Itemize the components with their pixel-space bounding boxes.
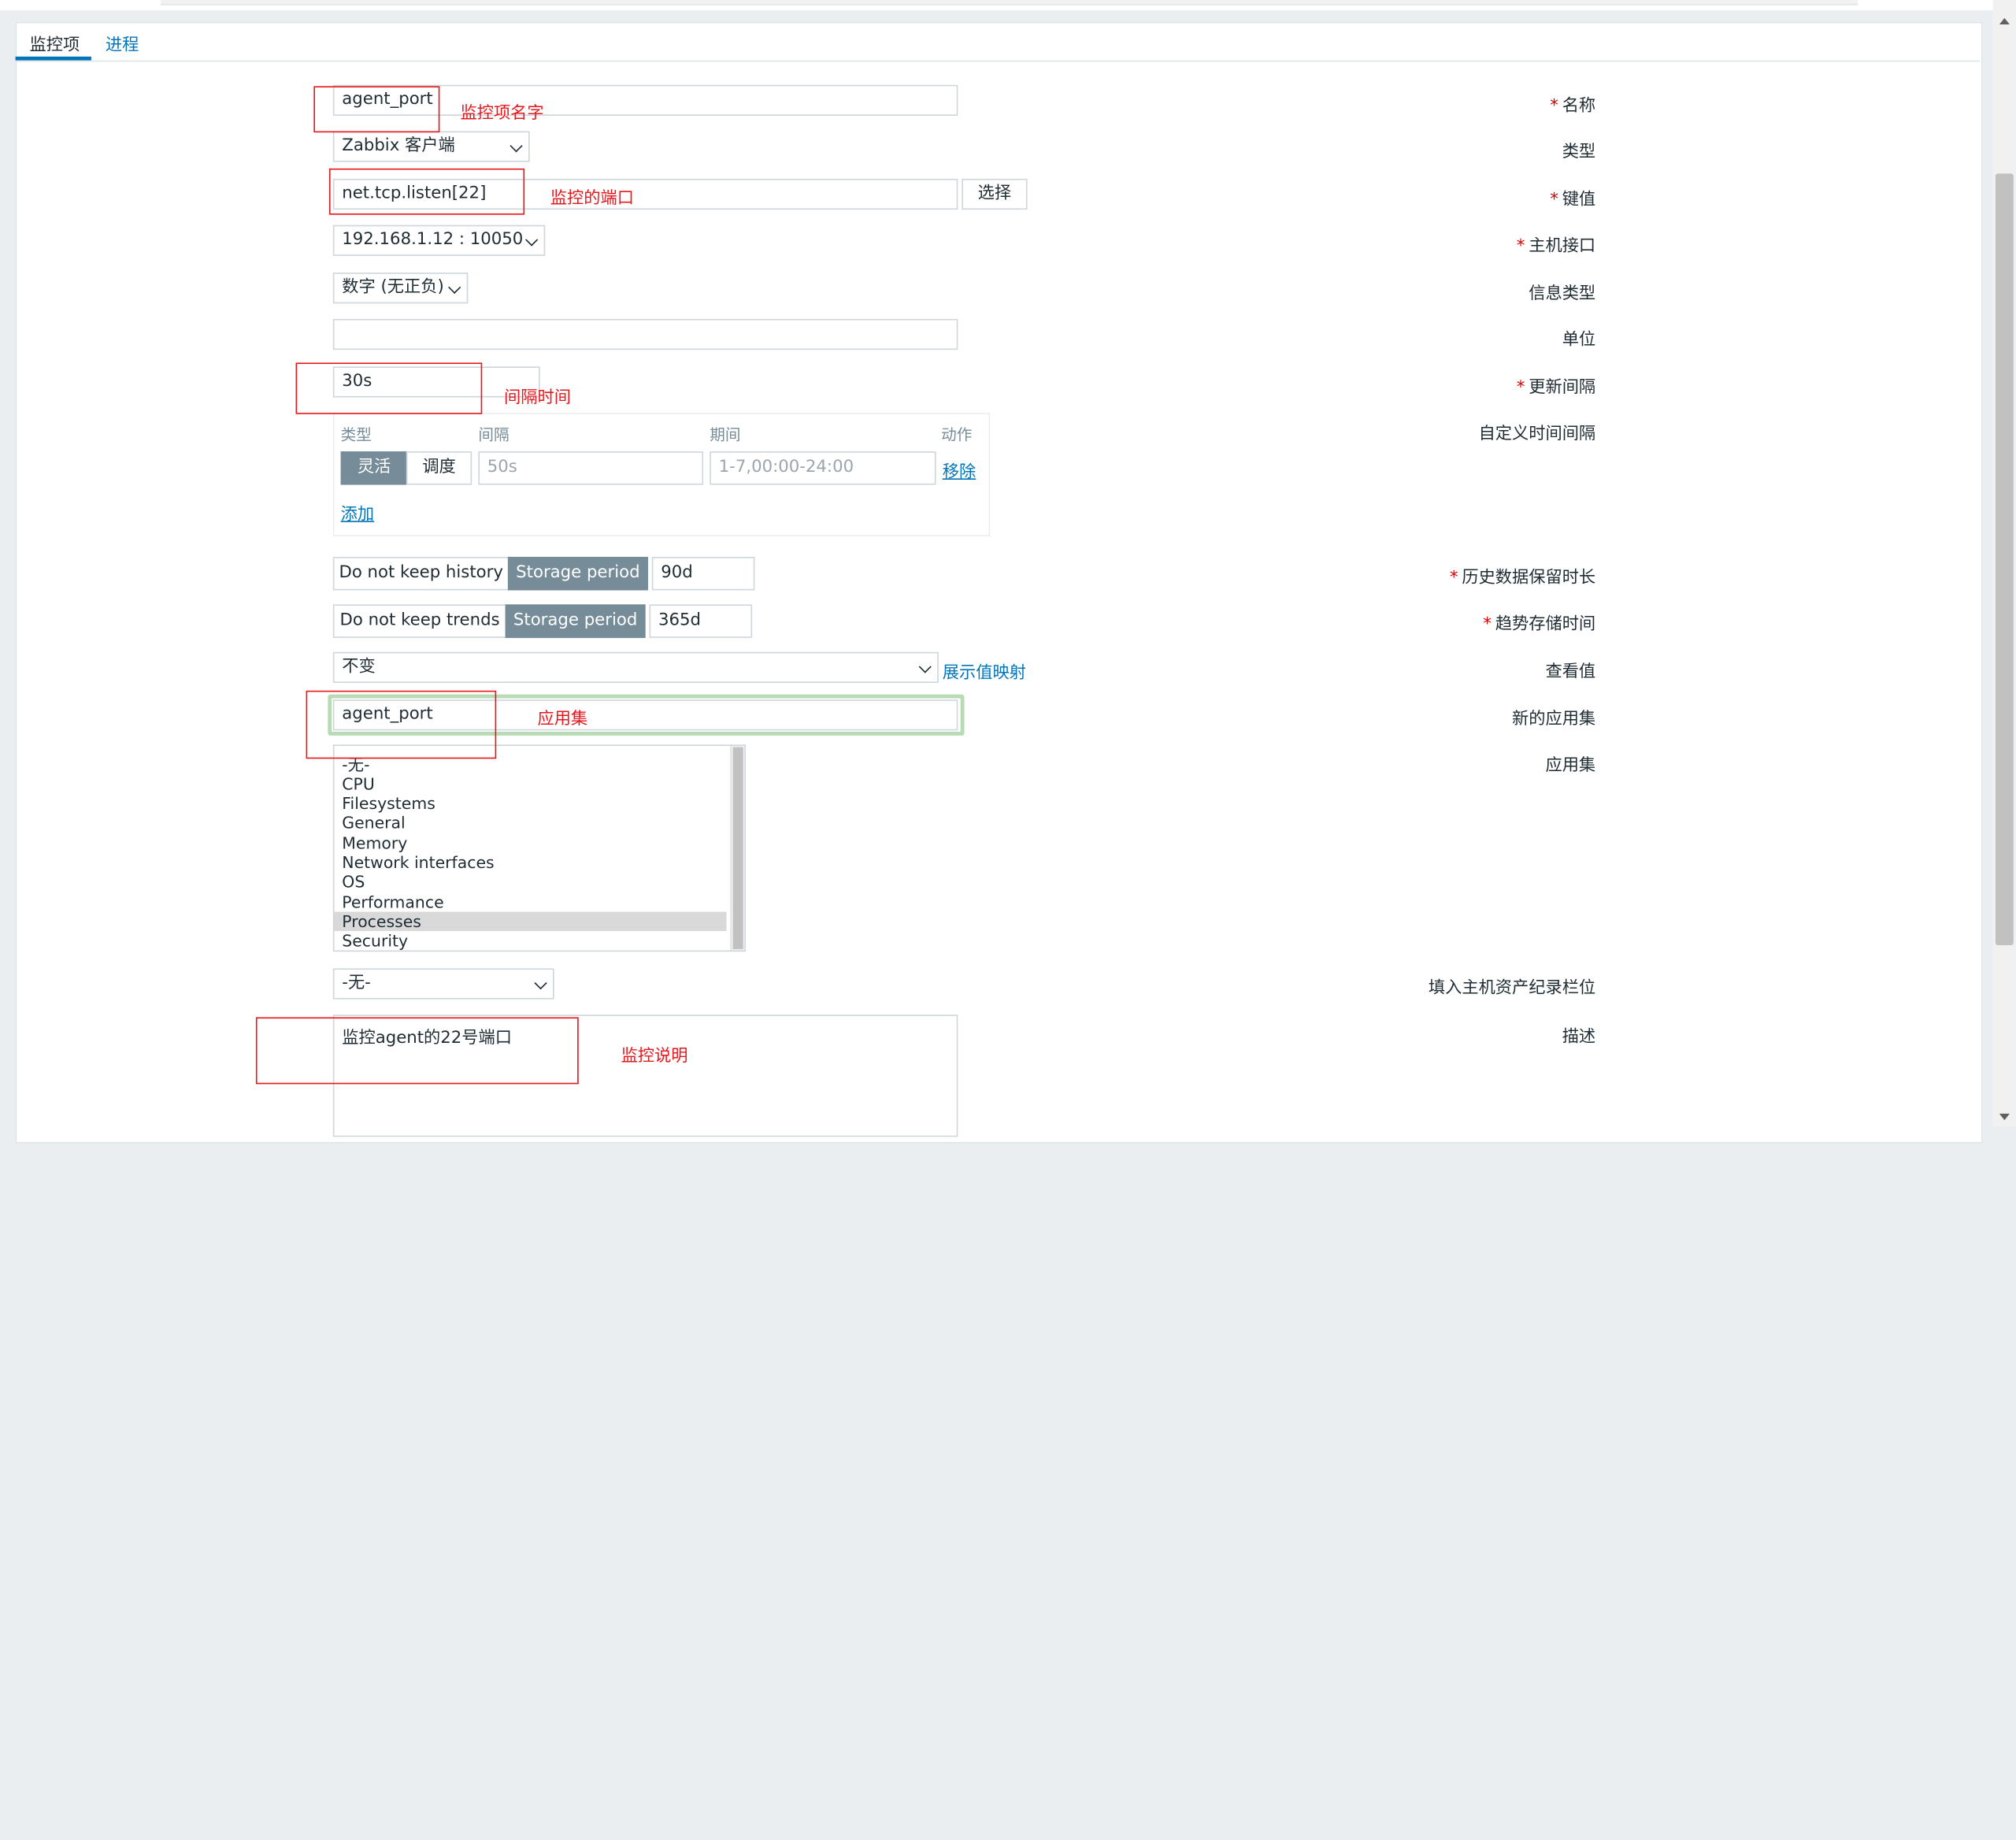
key-select-button[interactable]: 选择 xyxy=(962,178,1028,210)
annotation-description: 监控说明 xyxy=(621,1047,688,1067)
trends-label: * 趋势存储时间 xyxy=(1483,614,1596,634)
name-label: * 名称 xyxy=(1550,96,1596,116)
annotation-application: 应用集 xyxy=(537,710,588,729)
col-type-header: 类型 xyxy=(340,425,372,444)
top-bar xyxy=(0,0,2016,11)
type-scheduling-button[interactable]: 调度 xyxy=(406,451,472,485)
col-period-header: 期间 xyxy=(710,425,741,444)
update-interval-label: * 更新间隔 xyxy=(1516,378,1596,398)
trends-period-input[interactable]: 365d xyxy=(649,604,753,638)
trends-no-keep-button[interactable]: Do not keep trends xyxy=(332,604,507,638)
history-label: * 历史数据保留时长 xyxy=(1449,568,1596,588)
col-interval-header: 间隔 xyxy=(478,425,510,444)
interval-input[interactable]: 50s xyxy=(478,451,704,485)
tab-processes[interactable]: 进程 xyxy=(106,31,139,55)
interface-label: * 主机接口 xyxy=(1516,236,1596,256)
show-value-label: 查看值 xyxy=(1545,662,1596,682)
page-scroll-thumb[interactable] xyxy=(1995,173,2014,946)
key-label: * 键值 xyxy=(1550,190,1596,210)
list-item[interactable]: Memory xyxy=(342,833,407,852)
type-value: Zabbix 客户端 xyxy=(342,136,455,156)
annotation-box-description xyxy=(255,1017,579,1085)
list-item[interactable]: Filesystems xyxy=(342,793,435,812)
interface-value: 192.168.1.12 : 10050 xyxy=(342,230,524,250)
page: 监控项 进程 * 名称 agent_port 类型 Zabbix 客户端 * 键值 … xyxy=(0,0,2016,1840)
history-period-input[interactable]: 90d xyxy=(651,556,755,591)
remove-link[interactable]: 移除 xyxy=(943,458,976,482)
scroll-down-icon[interactable] xyxy=(1999,1113,2010,1121)
value-mapping-link[interactable]: 展示值映射 xyxy=(943,658,1026,682)
trends-storage-button[interactable]: Storage period xyxy=(505,604,646,638)
list-item[interactable]: Network interfaces xyxy=(342,852,494,871)
list-item[interactable]: Performance xyxy=(342,892,443,911)
show-value-value: 不变 xyxy=(342,657,376,677)
history-storage-button[interactable]: Storage period xyxy=(507,556,648,591)
list-item-selected[interactable]: Processes xyxy=(334,911,727,932)
custom-intervals-label: 自定义时间间隔 xyxy=(1478,424,1596,444)
tab-item[interactable]: 监控项 xyxy=(30,31,80,55)
listbox-scroll-thumb[interactable] xyxy=(732,747,743,949)
list-item[interactable]: General xyxy=(342,813,405,832)
annotation-box-interval xyxy=(295,362,483,414)
annotation-key: 监控的端口 xyxy=(550,189,634,209)
type-label: 类型 xyxy=(1562,143,1596,162)
info-type-select[interactable]: 数字 (无正负) xyxy=(332,273,469,304)
description-label: 描述 xyxy=(1562,1027,1596,1048)
annotation-name: 监控项名字 xyxy=(460,104,544,124)
period-input[interactable]: 1-7,00:00-24:00 xyxy=(710,451,936,485)
col-action-header: 动作 xyxy=(941,425,973,444)
chevron-down-icon xyxy=(534,977,547,990)
tabs-divider xyxy=(15,60,1981,62)
listbox-scrollbar[interactable] xyxy=(730,745,745,951)
annotation-box-name xyxy=(313,86,440,133)
show-value-select[interactable]: 不变 xyxy=(332,651,939,683)
inventory-value: -无- xyxy=(342,973,371,993)
chevron-down-icon xyxy=(525,233,539,247)
unit-label: 单位 xyxy=(1562,330,1596,351)
new-application-label: 新的应用集 xyxy=(1512,710,1596,729)
applications-listbox[interactable]: -无- CPU Filesystems General Memory Netwo… xyxy=(332,744,746,952)
list-item[interactable]: CPU xyxy=(342,774,375,793)
info-type-value: 数字 (无正负) xyxy=(342,277,444,298)
add-link[interactable]: 添加 xyxy=(341,500,374,525)
type-select[interactable]: Zabbix 客户端 xyxy=(332,131,530,162)
interface-select[interactable]: 192.168.1.12 : 10050 xyxy=(332,224,546,256)
scroll-up-icon[interactable] xyxy=(1999,17,2010,25)
chevron-down-icon xyxy=(918,660,932,673)
list-item[interactable]: OS xyxy=(342,872,365,891)
inventory-label: 填入主机资产纪录栏位 xyxy=(1428,978,1596,998)
inventory-select[interactable]: -无- xyxy=(332,968,554,1000)
chevron-down-icon xyxy=(448,280,461,294)
list-item[interactable]: Security xyxy=(342,931,408,950)
annotation-box-key xyxy=(328,168,525,215)
applications-label: 应用集 xyxy=(1545,756,1596,776)
type-flexible-button[interactable]: 灵活 xyxy=(340,451,408,485)
chevron-down-icon xyxy=(510,139,523,153)
annotation-box-application xyxy=(306,690,497,759)
unit-input[interactable] xyxy=(332,318,958,351)
info-type-label: 信息类型 xyxy=(1529,284,1596,304)
history-no-keep-button[interactable]: Do not keep history xyxy=(332,556,510,591)
annotation-interval: 间隔时间 xyxy=(504,388,571,408)
top-strip xyxy=(161,0,1858,6)
